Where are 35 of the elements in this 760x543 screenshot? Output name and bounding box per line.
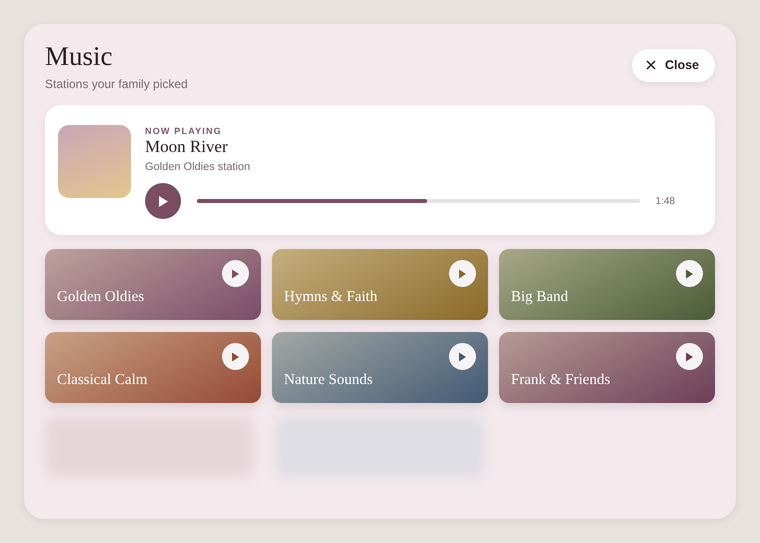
- play-icon: [458, 352, 467, 362]
- play-button[interactable]: [449, 343, 476, 370]
- close-button[interactable]: Close: [632, 49, 715, 82]
- song-title: Moon River: [145, 138, 229, 157]
- play-button[interactable]: [145, 183, 181, 220]
- station-name: Golden Oldies: [57, 288, 144, 307]
- station-tile[interactable]: Hymns & Faith: [272, 249, 488, 320]
- station-tile[interactable]: Frank & Friends: [499, 332, 715, 404]
- station-name: Classical Calm: [57, 370, 148, 390]
- station-tile[interactable]: Nature Sounds: [272, 332, 488, 404]
- station-name: Big Band: [511, 288, 568, 307]
- station-tile[interactable]: Big Band: [499, 249, 715, 320]
- play-icon: [157, 194, 169, 208]
- page-subtitle: Stations your family picked: [45, 76, 188, 93]
- elapsed-time: 1:48: [656, 194, 675, 209]
- play-icon: [231, 352, 240, 362]
- station-name: Hymns & Faith: [284, 288, 378, 307]
- play-button[interactable]: [449, 260, 476, 288]
- station-name: Nature Sounds: [284, 370, 373, 390]
- station-tile[interactable]: Golden Oldies: [45, 249, 261, 320]
- play-button[interactable]: [222, 343, 249, 370]
- play-button[interactable]: [676, 343, 703, 370]
- page-title: Music: [45, 42, 114, 72]
- play-icon: [685, 352, 694, 362]
- play-icon: [231, 268, 240, 279]
- play-icon: [458, 268, 467, 279]
- now-playing-label: NOW PLAYING: [145, 124, 223, 138]
- progress-bar[interactable]: [197, 199, 640, 204]
- play-button[interactable]: [676, 260, 703, 288]
- station-tile[interactable]: Classical Calm: [45, 332, 261, 404]
- play-icon: [685, 268, 694, 279]
- station-name: Golden Oldies station: [145, 160, 252, 175]
- close-icon: [646, 60, 656, 70]
- station-name: Frank & Friends: [511, 370, 610, 390]
- play-button[interactable]: [222, 260, 249, 288]
